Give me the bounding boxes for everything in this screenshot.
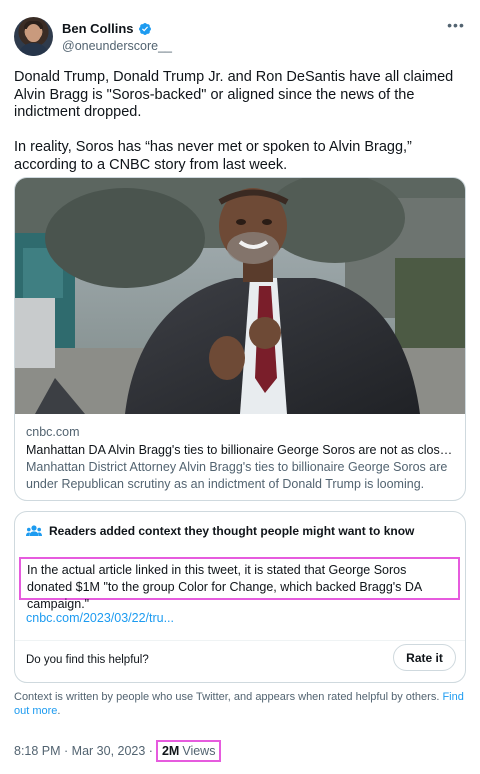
article-photo[interactable] [15,178,465,414]
views-number: 2M [161,744,180,758]
readers-people-icon [26,524,42,536]
divider [15,640,465,641]
link-preview-card[interactable]: cnbc.com Manhattan DA Alvin Bragg's ties… [14,177,466,501]
community-note-header: Readers added context they thought peopl… [26,524,414,538]
community-note-title: Readers added context they thought peopl… [49,524,415,538]
community-note-source-link[interactable]: cnbc.com/2023/03/22/tru... [26,611,174,625]
views-label: Views [182,744,216,758]
community-note-body: In the actual article linked in this twe… [19,557,460,611]
context-footer-text: Context is written by people who use Twi… [14,691,440,703]
tweet-text: Donald Trump, Donald Trump Jr. and Ron D… [14,69,470,192]
context-footer: Context is written by people who use Twi… [14,691,464,718]
verified-badge-icon [138,23,151,35]
link-title[interactable]: Manhattan DA Alvin Bragg's ties to billi… [26,442,454,458]
tweet-meta: 8:18 PM · Mar 30, 2023 · 2M Views [14,740,222,762]
helpful-question: Do you find this helpful? [26,654,149,666]
link-card-body: cnbc.com Manhattan DA Alvin Bragg's ties… [26,424,454,492]
tweet-timestamp[interactable]: 8:18 PM · Mar 30, 2023 · [14,744,153,758]
author-handle[interactable]: @oneunderscore__ [62,39,172,53]
rate-it-button[interactable]: Rate it [393,644,456,671]
more-options-icon[interactable]: ••• [446,18,466,35]
author-name-row[interactable]: Ben Collins [62,21,152,37]
community-note: Readers added context they thought peopl… [14,511,466,683]
tweet-header: Ben Collins @oneunderscore__ ••• [14,17,468,59]
user-avatar[interactable] [14,17,53,56]
context-footer-period: . [57,704,61,717]
views-count[interactable]: 2M Views [155,740,222,762]
link-domain: cnbc.com [26,425,80,439]
link-description: Manhattan District Attorney Alvin Bragg'… [26,460,448,491]
author-name[interactable]: Ben Collins [62,21,134,37]
tweet-paragraph: In reality, Soros has “has never met or … [14,139,412,173]
tweet-paragraph: Donald Trump, Donald Trump Jr. and Ron D… [14,69,454,120]
